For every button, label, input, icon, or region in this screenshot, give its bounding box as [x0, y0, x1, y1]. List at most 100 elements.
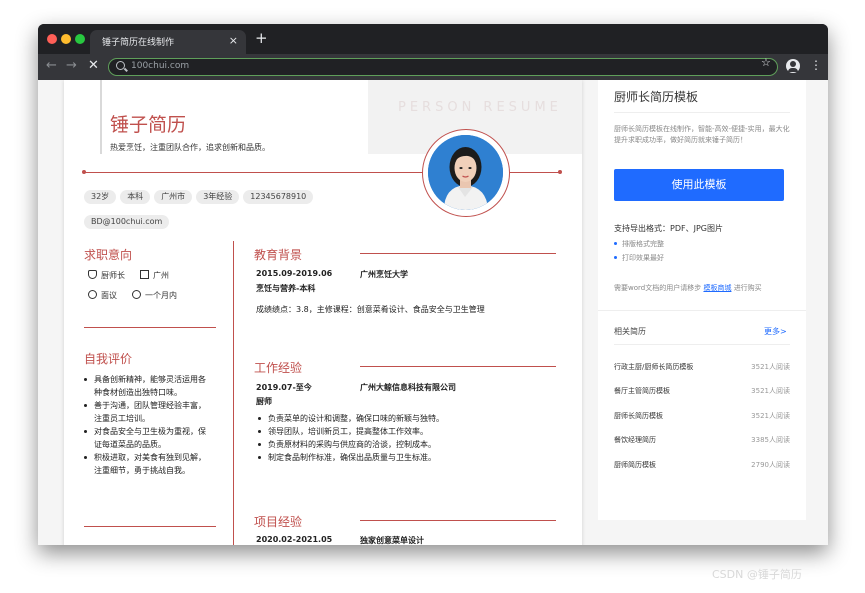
- basic-info-tags: 32岁 本科 广州市 3年经验 12345678910 BD@100chui.com: [84, 184, 384, 234]
- account-icon[interactable]: [786, 59, 800, 73]
- education-rule: [360, 253, 556, 254]
- intent-city: 广州: [140, 270, 169, 281]
- page-viewport: PERSON RESUME 锤子简历 热爱烹饪，注重团队合作，追求创新和品质。: [38, 80, 828, 545]
- related-item-count: 3521人阅读: [751, 412, 790, 420]
- more-related-link[interactable]: 更多>: [764, 326, 787, 337]
- self-eval-item: 积极进取，对美食有独到见解，注重细节，勇于挑战自我。: [84, 451, 210, 477]
- feature-item: 排版格式完整: [614, 239, 664, 249]
- education-title: 教育背景: [254, 248, 303, 262]
- self-eval-item: 具备创新精神，能够灵活运用各种食材创造出独特口味。: [84, 373, 210, 399]
- education-period: 2015.09-2019.06: [256, 269, 333, 278]
- self-eval-item: 善于沟通，团队管理经验丰富，注重员工培训。: [84, 399, 210, 425]
- education-school: 广州烹饪大学: [360, 270, 408, 279]
- intent-salary-value: 面议: [101, 291, 117, 300]
- related-item-name[interactable]: 厨师长简历模板: [614, 411, 663, 421]
- template-sidebar: 厨师长简历模板 厨师长简历模板在线制作，智能-高效-便捷-实用，最大化提升求职成…: [598, 80, 806, 520]
- degree-tag: 本科: [120, 190, 151, 204]
- work-title: 工作经验: [254, 361, 303, 375]
- related-item-name[interactable]: 餐厅主管简历模板: [614, 386, 670, 396]
- related-title: 相关简历: [614, 327, 646, 336]
- sidebar-title: 厨师长简历模板: [614, 90, 699, 104]
- new-tab-icon[interactable]: +: [255, 31, 268, 46]
- column-divider: [233, 241, 234, 545]
- related-divider: [598, 310, 806, 311]
- yen-icon: [88, 290, 97, 299]
- star-icon[interactable]: ☆: [761, 56, 771, 69]
- intent-divider: [84, 327, 216, 328]
- age-tag: 32岁: [84, 190, 117, 204]
- intent-availability: 一个月内: [132, 290, 177, 301]
- csdn-watermark: CSDN @锤子简历: [712, 568, 802, 581]
- tab-title: 锤子简历在线制作: [102, 38, 175, 48]
- word-note-prefix: 需要word文档的用户请移步: [614, 284, 702, 292]
- work-duties-list: 负责菜单的设计和调整，确保口味的新颖与独特。 领导团队，培训新员工，提高整体工作…: [258, 412, 558, 464]
- browser-window: 锤子简历在线制作 × + ← → ✕ 100chui.com ☆ ⋮ PERSO…: [38, 24, 828, 545]
- url-text[interactable]: 100chui.com: [131, 61, 189, 71]
- work-duty-item: 制定食品制作标准，确保出品质量与卫生标准。: [258, 451, 558, 464]
- back-arrow-icon[interactable]: ←: [46, 58, 57, 74]
- resume-name: 锤子简历: [110, 114, 187, 136]
- phone-tag: 12345678910: [243, 190, 314, 204]
- forward-arrow-icon[interactable]: →: [66, 58, 77, 74]
- address-bar[interactable]: 100chui.com: [108, 58, 778, 76]
- related-item-name[interactable]: 厨师简历模板: [614, 460, 656, 470]
- stop-loading-icon[interactable]: ✕: [88, 58, 99, 74]
- word-doc-note: 需要word文档的用户请移步 模板商城 进行购买: [614, 283, 762, 293]
- related-list-divider: [614, 344, 790, 345]
- template-store-link[interactable]: 模板商城: [703, 284, 731, 292]
- sidebar-title-divider: [614, 112, 790, 113]
- related-item[interactable]: 厨师简历模板 2790人阅读: [614, 460, 790, 472]
- close-window-button[interactable]: [47, 34, 57, 44]
- resume-tagline: 热爱烹饪，注重团队合作，追求创新和品质。: [110, 143, 270, 152]
- intent-position-value: 厨师长: [101, 271, 125, 280]
- project-rule: [360, 520, 556, 521]
- work-company: 广州大鲸信息科技有限公司: [360, 383, 456, 392]
- tab-strip: 锤子简历在线制作 × +: [38, 24, 828, 54]
- self-eval-list: 具备创新精神，能够灵活运用各种食材创造出独特口味。 善于沟通，团队管理经验丰富，…: [84, 373, 210, 477]
- use-template-button[interactable]: 使用此模板: [614, 169, 784, 201]
- browser-toolbar: ← → ✕ 100chui.com ☆ ⋮: [38, 54, 828, 80]
- feature-item: 打印效果最好: [614, 253, 664, 263]
- self-eval-section: 自我评价 具备创新精神，能够灵活运用各种食材创造出独特口味。 善于沟通，团队管理…: [84, 350, 219, 477]
- intent-salary: 面议: [88, 290, 117, 301]
- related-item-count: 3385人阅读: [751, 436, 790, 444]
- minimize-window-button[interactable]: [61, 34, 71, 44]
- related-item-name[interactable]: 餐饮经理简历: [614, 435, 656, 445]
- email-tag: BD@100chui.com: [84, 215, 170, 229]
- profile-photo-frame: [422, 129, 510, 217]
- work-duty-item: 负责菜单的设计和调整，确保口味的新颖与独特。: [258, 412, 558, 425]
- intent-city-value: 广州: [153, 271, 169, 280]
- more-menu-icon[interactable]: ⋮: [810, 58, 822, 72]
- project-title: 项目经验: [254, 515, 303, 529]
- tab-close-icon[interactable]: ×: [229, 34, 238, 47]
- education-detail: 成绩绩点：3.8，主修课程：创意菜肴设计、食品安全与卫生管理: [256, 305, 485, 314]
- search-icon: [116, 61, 125, 70]
- building-icon: [140, 270, 149, 279]
- self-eval-item: 对食品安全与卫生极为重视，保证每道菜品的品质。: [84, 425, 210, 451]
- work-role: 厨师: [256, 397, 272, 406]
- related-item[interactable]: 餐饮经理简历 3385人阅读: [614, 435, 790, 447]
- job-intent-title: 求职意向: [84, 248, 133, 262]
- project-name: 独家创意菜单设计: [360, 536, 424, 545]
- clock-icon: [132, 290, 141, 299]
- profile-photo: [428, 135, 503, 210]
- related-item[interactable]: 餐厅主管简历模板 3521人阅读: [614, 386, 790, 398]
- related-item[interactable]: 行政主厨/厨师长简历模板 3521人阅读: [614, 362, 790, 374]
- intent-position: 厨师长: [88, 270, 125, 281]
- maximize-window-button[interactable]: [75, 34, 85, 44]
- city-tag: 广州市: [154, 190, 193, 204]
- self-eval-title: 自我评价: [84, 352, 133, 366]
- related-item-name[interactable]: 行政主厨/厨师长简历模板: [614, 362, 693, 372]
- related-item[interactable]: 厨师长简历模板 3521人阅读: [614, 411, 790, 423]
- browser-tab[interactable]: 锤子简历在线制作 ×: [90, 30, 246, 54]
- sidebar-description: 厨师长简历模板在线制作，智能-高效-便捷-实用，最大化提升求职成功率，做好简历就…: [614, 125, 790, 144]
- resume-header-edge: [100, 80, 102, 154]
- work-rule: [360, 366, 556, 367]
- project-period: 2020.02-2021.05: [256, 535, 333, 544]
- intent-availability-value: 一个月内: [145, 291, 177, 300]
- related-item-count: 2790人阅读: [751, 461, 790, 469]
- self-eval-divider: [84, 526, 216, 527]
- person-resume-watermark: PERSON RESUME: [398, 100, 562, 115]
- education-major: 烹饪与营养-本科: [256, 284, 316, 293]
- job-intent-section: 求职意向: [84, 246, 219, 263]
